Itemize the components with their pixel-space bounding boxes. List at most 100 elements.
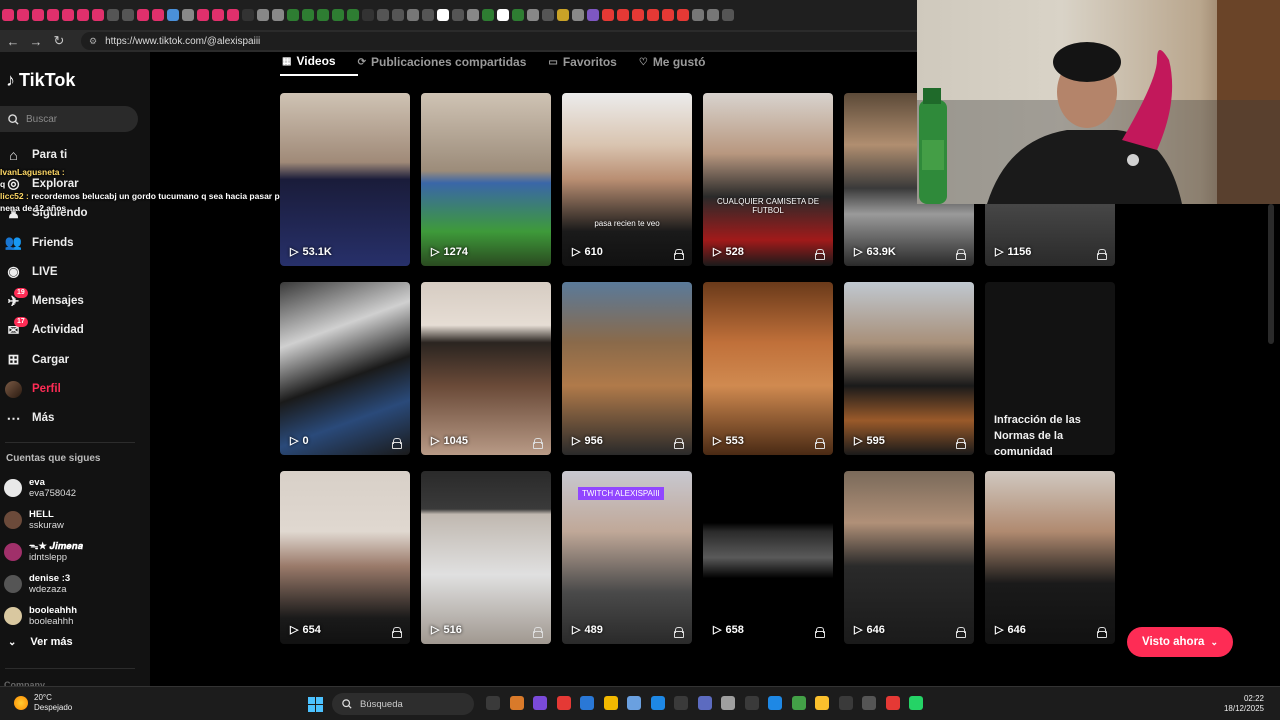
following-account[interactable]: ᯓ★ 𝑱𝒊𝒎𝒆𝒏𝒂 idntslepp bbox=[4, 536, 83, 568]
browser-tab-favicon-icon[interactable] bbox=[587, 9, 599, 21]
tab-videos[interactable]: ▦ Videos bbox=[280, 52, 358, 76]
browser-tab-favicon-icon[interactable] bbox=[107, 9, 119, 21]
opera-icon[interactable] bbox=[556, 696, 571, 710]
browser-tab-favicon-icon[interactable] bbox=[2, 9, 14, 21]
browser-tab-favicon-icon[interactable] bbox=[362, 9, 374, 21]
sidebar-item-live[interactable]: ◉ LIVE bbox=[0, 257, 150, 286]
browser-tab-favicon-icon[interactable] bbox=[17, 9, 29, 21]
browser-tab-favicon-icon[interactable] bbox=[122, 9, 134, 21]
browser-tab-favicon-icon[interactable] bbox=[77, 9, 89, 21]
sidebar-item-para-ti[interactable]: ⌂ Para ti bbox=[0, 140, 150, 169]
widgets-icon[interactable] bbox=[509, 696, 524, 710]
snipping-tool-icon[interactable] bbox=[744, 696, 759, 710]
settings-icon[interactable] bbox=[721, 696, 735, 710]
browser-tab-favicon-icon[interactable] bbox=[347, 9, 359, 21]
browser-tab-favicon-icon[interactable] bbox=[227, 9, 239, 21]
browser-tab-favicon-icon[interactable] bbox=[482, 9, 494, 21]
weather-widget[interactable]: 20°C Despejado bbox=[14, 693, 72, 713]
video-card[interactable]: CUALQUIER CAMISETA DE FUTBOL ▷ 528 bbox=[703, 93, 833, 266]
video-card[interactable]: pasa recien te veo ▷ 610 bbox=[562, 93, 692, 266]
tab-favoritos[interactable]: ▭ Favoritos bbox=[548, 52, 638, 76]
browser-tab-favicon-icon[interactable] bbox=[602, 9, 614, 21]
sidebar-item-perfil[interactable]: Perfil bbox=[0, 374, 150, 403]
copilot-icon[interactable] bbox=[533, 696, 547, 710]
watch-now-button[interactable]: Visto ahora ⌄ bbox=[1127, 627, 1233, 657]
terminal-icon[interactable] bbox=[862, 696, 876, 710]
forward-arrow-icon[interactable]: → bbox=[26, 34, 46, 49]
task-view-icon[interactable] bbox=[486, 696, 500, 710]
browser-tab-favicon-icon[interactable] bbox=[332, 9, 344, 21]
chrome-icon[interactable] bbox=[885, 696, 900, 710]
browser-tab-favicon-icon[interactable] bbox=[152, 9, 164, 21]
pen-icon[interactable] bbox=[627, 696, 641, 710]
browser-tab-favicon-icon[interactable] bbox=[317, 9, 329, 21]
browser-tab-favicon-icon[interactable] bbox=[497, 9, 509, 21]
sidebar-item-friends[interactable]: 👥 Friends bbox=[0, 228, 150, 257]
browser-tab-favicon-icon[interactable] bbox=[302, 9, 314, 21]
browser-tab-favicon-icon[interactable] bbox=[677, 9, 689, 21]
browser-tab-favicon-icon[interactable] bbox=[632, 9, 644, 21]
browser-tab-favicon-icon[interactable] bbox=[407, 9, 419, 21]
following-account[interactable]: denise :3 wdezaza bbox=[4, 568, 83, 600]
browser-tab-favicon-icon[interactable] bbox=[707, 9, 719, 21]
video-card[interactable]: ▷ 516 bbox=[421, 471, 551, 644]
browser-tab-favicon-icon[interactable] bbox=[287, 9, 299, 21]
back-arrow-icon[interactable]: ← bbox=[3, 34, 23, 49]
video-card[interactable]: Infracción de las Normas de la comunidad bbox=[985, 282, 1115, 455]
url-field[interactable]: ⚙ https://www.tiktok.com/@alexispaiii bbox=[81, 32, 941, 50]
browser-tab-favicon-icon[interactable] bbox=[722, 9, 734, 21]
tab-me-gustó[interactable]: ♡ Me gustó bbox=[639, 52, 728, 76]
video-card[interactable]: ▷ 1274 bbox=[421, 93, 551, 266]
sidebar-item-actividad[interactable]: ✉ 17 Actividad bbox=[0, 316, 150, 345]
browser-tab-favicon-icon[interactable] bbox=[377, 9, 389, 21]
video-card[interactable]: ▷ 658 bbox=[703, 471, 833, 644]
video-card[interactable]: ▷ 646 bbox=[985, 471, 1115, 644]
sidebar-item-mensajes[interactable]: ✈ 19 Mensajes bbox=[0, 286, 150, 315]
page-scrollbar[interactable] bbox=[1268, 204, 1274, 344]
browser-tab-favicon-icon[interactable] bbox=[182, 9, 194, 21]
taskbar-search[interactable]: Búsqueda bbox=[332, 693, 474, 715]
browser-tab-favicon-icon[interactable] bbox=[257, 9, 269, 21]
video-card[interactable]: ▷ 654 bbox=[280, 471, 410, 644]
sidebar-item-cargar[interactable]: ⊞ Cargar bbox=[0, 345, 150, 374]
browser-tab-favicon-icon[interactable] bbox=[272, 9, 284, 21]
chrome-icon[interactable] bbox=[768, 696, 782, 710]
file-explorer-icon[interactable] bbox=[603, 696, 618, 710]
browser-tab-favicon-icon[interactable] bbox=[242, 9, 254, 21]
video-card[interactable]: ▷ 646 bbox=[844, 471, 974, 644]
browser-tab-favicon-icon[interactable] bbox=[62, 9, 74, 21]
whatsapp-icon[interactable] bbox=[909, 696, 923, 710]
following-account[interactable]: HELL sskuraw bbox=[4, 504, 83, 536]
browser-tab-favicon-icon[interactable] bbox=[557, 9, 569, 21]
browser-tab-favicon-icon[interactable] bbox=[647, 9, 659, 21]
browser-tab-favicon-icon[interactable] bbox=[572, 9, 584, 21]
system-clock[interactable]: 02:22 18/12/2025 bbox=[1224, 694, 1264, 714]
video-card[interactable]: ▷ 1045 bbox=[421, 282, 551, 455]
video-card[interactable]: ▷ 553 bbox=[703, 282, 833, 455]
browser-tab-favicon-icon[interactable] bbox=[452, 9, 464, 21]
following-account[interactable]: booleahhh booleahhh bbox=[4, 600, 83, 632]
video-card[interactable]: ▷ 53.1K bbox=[280, 93, 410, 266]
browser-tab-favicon-icon[interactable] bbox=[92, 9, 104, 21]
browser-tab-favicon-icon[interactable] bbox=[617, 9, 629, 21]
discord-icon[interactable] bbox=[674, 696, 688, 710]
browser-tab-favicon-icon[interactable] bbox=[32, 9, 44, 21]
video-card[interactable]: ▷ 0 bbox=[280, 282, 410, 455]
search-input[interactable]: Buscar bbox=[0, 106, 138, 132]
browser-tab-favicon-icon[interactable] bbox=[437, 9, 449, 21]
browser-tab-favicon-icon[interactable] bbox=[662, 9, 674, 21]
see-more-button[interactable]: ⌄ Ver más bbox=[8, 636, 73, 648]
store-icon[interactable] bbox=[580, 696, 594, 710]
browser-tab-favicon-icon[interactable] bbox=[512, 9, 524, 21]
photos-icon[interactable] bbox=[697, 696, 712, 710]
browser-tab-favicon-icon[interactable] bbox=[542, 9, 554, 21]
video-card[interactable]: TWITCH ALEXISPAIII ▷ 489 bbox=[562, 471, 692, 644]
browser-tab-favicon-icon[interactable] bbox=[197, 9, 209, 21]
browser-tab-favicon-icon[interactable] bbox=[527, 9, 539, 21]
chrome-icon[interactable] bbox=[791, 696, 806, 710]
weather-app-icon[interactable] bbox=[815, 696, 829, 710]
browser-tab-favicon-icon[interactable] bbox=[392, 9, 404, 21]
tiktok-logo[interactable]: ♪ TikTok bbox=[6, 70, 75, 91]
tab-publicaciones-compartidas[interactable]: ⟳ Publicaciones compartidas bbox=[358, 52, 549, 76]
obs-icon[interactable] bbox=[838, 696, 853, 710]
